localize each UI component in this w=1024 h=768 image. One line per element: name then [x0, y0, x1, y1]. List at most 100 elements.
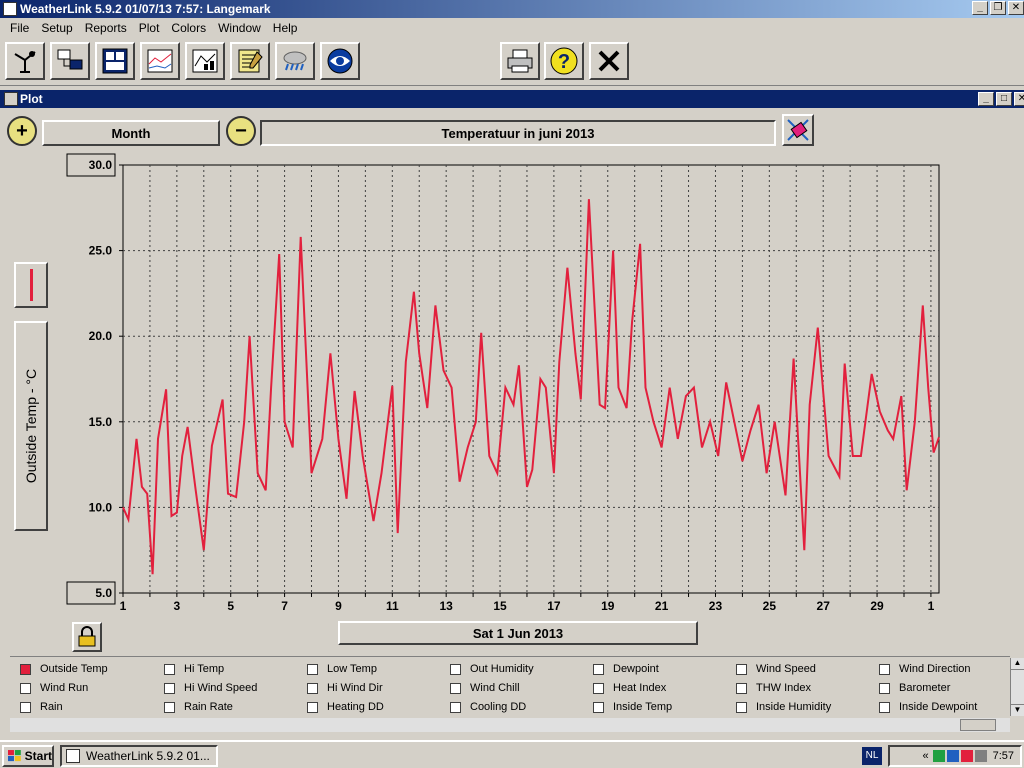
- legend-checkbox[interactable]: [164, 701, 175, 713]
- console-button[interactable]: [50, 42, 90, 80]
- legend-checkbox[interactable]: [450, 663, 461, 675]
- legend-item[interactable]: Heat Index: [593, 682, 666, 694]
- legend-checkbox[interactable]: [879, 663, 890, 675]
- legend-item[interactable]: Dewpoint: [593, 663, 659, 675]
- legend-checkbox[interactable]: [879, 682, 890, 694]
- legend-item[interactable]: Inside Temp: [593, 701, 672, 713]
- legend-label: Low Temp: [327, 663, 377, 675]
- plot-close-button[interactable]: ✕: [1014, 92, 1024, 106]
- y-axis-label-button[interactable]: Outside Temp - °C: [14, 321, 48, 531]
- legend-label: Wind Run: [40, 682, 89, 694]
- period-button[interactable]: Month: [42, 120, 220, 146]
- plot-button[interactable]: [185, 42, 225, 80]
- legend-item[interactable]: Inside Dewpoint: [879, 701, 977, 713]
- legend-checkbox[interactable]: [307, 701, 318, 713]
- legend-item[interactable]: Barometer: [879, 682, 950, 694]
- menu-colors[interactable]: Colors: [165, 21, 212, 35]
- window-title-bar: WeatherLink 5.9.2 01/07/13 7:57: Langema…: [0, 0, 1024, 18]
- scroll-thumb[interactable]: [960, 719, 996, 731]
- legend-item[interactable]: Wind Run: [20, 682, 88, 694]
- svg-text:?: ?: [558, 51, 570, 73]
- legend-item[interactable]: Rain Rate: [164, 701, 233, 713]
- plot-area[interactable]: [122, 164, 940, 594]
- menu-window[interactable]: Window: [212, 21, 267, 35]
- series-color-swatch[interactable]: [14, 262, 48, 308]
- plot-title-field[interactable]: Temperatuur in juni 2013: [260, 120, 776, 146]
- tray-expand-icon[interactable]: «: [922, 750, 928, 762]
- close-window-button[interactable]: ✕: [1008, 1, 1024, 15]
- notes-button[interactable]: [230, 42, 270, 80]
- weather-button[interactable]: [275, 42, 315, 80]
- legend-label: Hi Temp: [184, 663, 225, 675]
- scroll-up-icon[interactable]: ▲: [1011, 658, 1024, 670]
- legend-checkbox[interactable]: [450, 701, 461, 713]
- legend-item[interactable]: THW Index: [736, 682, 811, 694]
- legend-checkbox[interactable]: [736, 663, 747, 675]
- station-icon: [14, 51, 36, 73]
- legend-checkbox[interactable]: [20, 663, 31, 675]
- legend-checkbox[interactable]: [879, 701, 890, 713]
- legend-item[interactable]: Rain: [20, 701, 63, 713]
- station-button[interactable]: [5, 42, 45, 80]
- legend-item[interactable]: Out Humidity: [450, 663, 534, 675]
- lock-button[interactable]: [72, 622, 102, 652]
- legend-checkbox[interactable]: [307, 663, 318, 675]
- legend-checkbox[interactable]: [20, 701, 31, 713]
- zoom-in-button[interactable]: +: [7, 116, 37, 146]
- legend-item[interactable]: Low Temp: [307, 663, 377, 675]
- legend-checkbox[interactable]: [593, 663, 604, 675]
- legend-horizontal-scrollbar[interactable]: [10, 718, 1010, 732]
- noaa-button[interactable]: [320, 42, 360, 80]
- legend-checkbox[interactable]: [593, 701, 604, 713]
- legend-checkbox[interactable]: [20, 682, 31, 694]
- clear-plot-button[interactable]: [782, 114, 814, 146]
- menu-reports[interactable]: Reports: [79, 21, 133, 35]
- menu-help[interactable]: Help: [267, 21, 304, 35]
- start-button[interactable]: Start: [2, 745, 54, 767]
- menu-file[interactable]: File: [4, 21, 35, 35]
- plot-window-icon[interactable]: [4, 92, 18, 106]
- plot-minimize-button[interactable]: _: [978, 92, 994, 106]
- legend-checkbox[interactable]: [164, 663, 175, 675]
- legend-item[interactable]: Wind Chill: [450, 682, 520, 694]
- x-tick-label: 3: [174, 599, 181, 613]
- zoom-out-button[interactable]: −: [226, 116, 256, 146]
- menu-plot[interactable]: Plot: [133, 21, 166, 35]
- bulletin-button[interactable]: [95, 42, 135, 80]
- minimize-button[interactable]: _: [972, 1, 988, 15]
- legend-item[interactable]: Outside Temp: [20, 663, 108, 675]
- security-icon[interactable]: [960, 750, 973, 762]
- plot-maximize-button[interactable]: □: [996, 92, 1012, 106]
- scroll-down-icon[interactable]: ▼: [1011, 704, 1024, 716]
- legend-vertical-scrollbar[interactable]: ▲ ▼: [1010, 658, 1024, 716]
- taskbar-weatherlink-button[interactable]: WeatherLink 5.9.2 01...: [60, 745, 218, 767]
- strip-chart-button[interactable]: [140, 42, 180, 80]
- legend-checkbox[interactable]: [164, 682, 175, 694]
- series-legend: Outside Temp Hi Temp Low Temp Out Humidity D…: [10, 656, 1010, 718]
- legend-checkbox[interactable]: [307, 682, 318, 694]
- help-button[interactable]: ?: [544, 42, 584, 80]
- print-button[interactable]: [500, 42, 540, 80]
- language-indicator[interactable]: NL: [862, 747, 882, 765]
- legend-checkbox[interactable]: [450, 682, 461, 694]
- plot-title-text: Temperatuur in juni 2013: [441, 125, 595, 141]
- legend-item[interactable]: Hi Wind Dir: [307, 682, 383, 694]
- legend-checkbox[interactable]: [736, 682, 747, 694]
- legend-checkbox[interactable]: [736, 701, 747, 713]
- legend-item[interactable]: Inside Humidity: [736, 701, 831, 713]
- date-button[interactable]: Sat 1 Jun 2013: [338, 621, 698, 645]
- menu-setup[interactable]: Setup: [35, 21, 78, 35]
- legend-item[interactable]: Hi Temp: [164, 663, 224, 675]
- network-icon[interactable]: [932, 750, 945, 762]
- exit-button[interactable]: [589, 42, 629, 80]
- legend-checkbox[interactable]: [593, 682, 604, 694]
- volume-icon[interactable]: [974, 750, 987, 762]
- legend-item[interactable]: Cooling DD: [450, 701, 526, 713]
- legend-item[interactable]: Heating DD: [307, 701, 384, 713]
- app-icon[interactable]: [3, 2, 17, 16]
- display-icon[interactable]: [946, 750, 959, 762]
- restore-button[interactable]: ❐: [990, 1, 1006, 15]
- legend-item[interactable]: Wind Speed: [736, 663, 816, 675]
- legend-item[interactable]: Wind Direction: [879, 663, 971, 675]
- legend-item[interactable]: Hi Wind Speed: [164, 682, 257, 694]
